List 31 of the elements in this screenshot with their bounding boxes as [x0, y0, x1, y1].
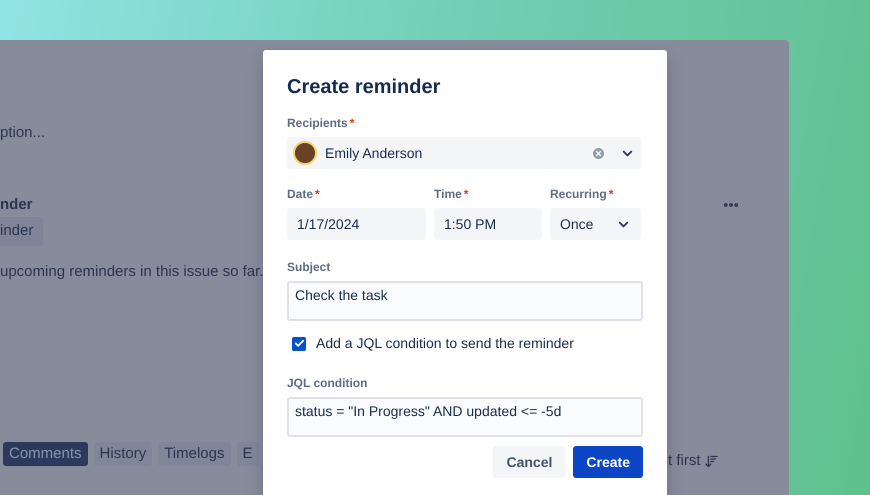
jql-field[interactable]: status = "In Progress" AND updated <= -5d	[287, 397, 643, 437]
recipient-name: Emily Anderson	[325, 144, 424, 163]
sort-icon[interactable]	[704, 454, 718, 469]
dialog-title: Create reminder	[287, 75, 442, 100]
recurring-value: Once	[560, 214, 594, 234]
field-label: Recurring	[550, 186, 607, 203]
field-label: Subject	[287, 259, 330, 276]
field-label: Date	[287, 186, 314, 203]
required-mark: *	[350, 115, 354, 132]
recipients-select[interactable]: Emily Anderson	[287, 137, 641, 169]
field-label: JQL condition	[287, 375, 368, 392]
required-mark: *	[315, 186, 320, 203]
create-button[interactable]: Create	[573, 446, 643, 478]
date-field[interactable]: 1/17/2024	[287, 208, 426, 240]
description-text: ption...	[0, 123, 46, 143]
required-mark: *	[608, 186, 614, 203]
field-label: Time	[434, 186, 462, 203]
checkbox[interactable]	[292, 336, 306, 350]
sort-label[interactable]: t first	[668, 450, 700, 472]
recurring-select[interactable]: Once	[550, 208, 641, 240]
time-field[interactable]: 1:50 PM	[434, 208, 542, 240]
cancel-button[interactable]: Cancel	[493, 446, 566, 478]
field-label: Recipients	[287, 115, 348, 132]
required-mark: *	[464, 186, 468, 203]
clear-icon[interactable]	[591, 146, 606, 160]
empty-message: upcoming reminders in this issue so far.	[0, 262, 264, 282]
checkbox-label: Add a JQL condition to send the reminder	[316, 334, 574, 353]
subject-field[interactable]: Check the task	[287, 281, 643, 321]
section-heading: nder	[0, 195, 33, 215]
activity-tab[interactable]: Comments	[3, 442, 88, 466]
avatar	[293, 141, 317, 165]
